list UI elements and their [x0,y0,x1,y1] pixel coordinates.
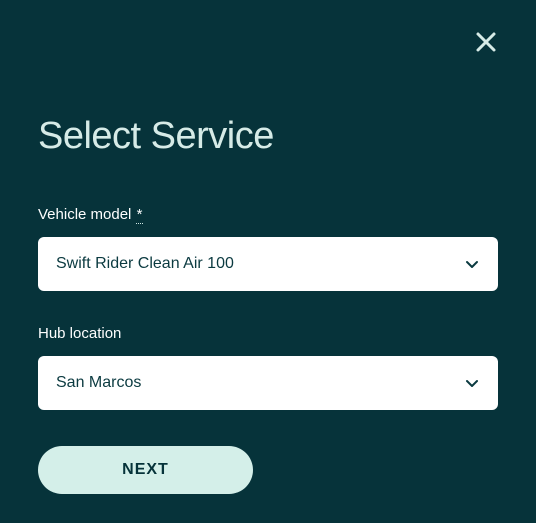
field-vehicle-model: Vehicle model * Swift Rider Clean Air 10… [38,206,498,291]
hub-location-value: San Marcos [56,374,141,392]
close-button[interactable] [474,30,498,54]
hub-location-label: Hub location [38,325,121,342]
vehicle-model-label-row: Vehicle model * [38,206,498,223]
dialog-body: Select Service Vehicle model * Swift Rid… [0,0,536,494]
vehicle-model-select[interactable]: Swift Rider Clean Air 100 [38,237,498,291]
field-hub-location: Hub location San Marcos [38,325,498,410]
next-button[interactable]: NEXT [38,446,253,494]
close-icon [474,30,498,54]
chevron-down-icon [464,375,480,391]
vehicle-model-value: Swift Rider Clean Air 100 [56,255,234,273]
required-mark: * [136,206,144,224]
vehicle-model-label: Vehicle model [38,206,131,223]
page-title: Select Service [38,115,498,158]
hub-location-label-row: Hub location [38,325,498,342]
hub-location-select[interactable]: San Marcos [38,356,498,410]
chevron-down-icon [464,256,480,272]
